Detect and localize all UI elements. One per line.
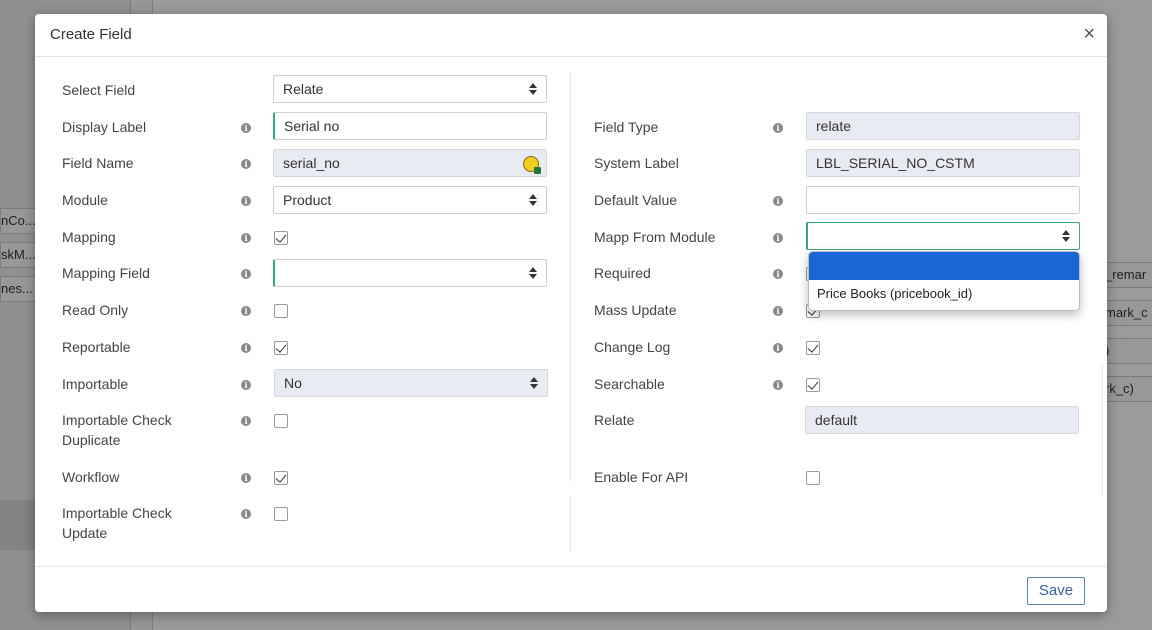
info-icon: i — [241, 269, 251, 279]
module-value: Product — [283, 192, 332, 208]
dropdown-option-empty[interactable] — [809, 252, 1079, 280]
relate-label: Relate — [594, 412, 635, 428]
sort-caret-icon — [529, 194, 537, 206]
display-label-label: Display Label — [62, 119, 147, 135]
importable-label: Importable — [62, 376, 129, 392]
info-icon: i — [241, 473, 251, 483]
info-icon: i — [241, 233, 251, 243]
searchable-checkbox[interactable] — [806, 378, 820, 392]
importable-check-duplicate-checkbox[interactable] — [274, 414, 288, 428]
modal-footer: Save — [35, 566, 1107, 613]
field-type-value: relate — [816, 118, 852, 134]
system-label-value: LBL_SERIAL_NO_CSTM — [816, 155, 975, 171]
check-icon — [807, 341, 819, 353]
info-icon: i — [241, 343, 251, 353]
enable-for-api-label: Enable For API — [594, 469, 689, 485]
info-icon: i — [773, 123, 783, 133]
importable-select[interactable]: No — [274, 369, 548, 397]
default-value-input[interactable] — [806, 186, 1080, 214]
change-log-checkbox[interactable] — [806, 341, 820, 355]
enable-for-api-checkbox[interactable] — [806, 471, 820, 485]
reportable-label: Reportable — [62, 339, 131, 355]
right-edge-divider — [1102, 366, 1103, 496]
system-label-input[interactable]: LBL_SERIAL_NO_CSTM — [806, 149, 1080, 177]
importable-check-update-checkbox[interactable] — [274, 507, 288, 521]
info-icon: i — [241, 159, 251, 169]
divider-gap — [565, 482, 577, 496]
read-only-label: Read Only — [62, 302, 129, 318]
select-field-select[interactable]: Relate — [273, 75, 547, 103]
sort-caret-icon — [1062, 230, 1070, 242]
field-type-label: Field Type — [594, 119, 659, 135]
save-button[interactable]: Save — [1027, 577, 1085, 605]
modal-header: Create Field × — [35, 14, 1107, 57]
info-icon: i — [773, 233, 783, 243]
lock-icon — [523, 156, 541, 174]
sort-caret-icon — [530, 377, 538, 389]
check-icon — [275, 471, 287, 483]
info-icon: i — [241, 380, 251, 390]
info-icon: i — [241, 509, 251, 519]
mapping-label: Mapping — [62, 229, 116, 245]
mapp-from-module-dropdown: Price Books (pricebook_id) — [808, 251, 1080, 311]
create-field-modal: Create Field × Select Field Relate Displ… — [35, 14, 1107, 612]
select-field-value: Relate — [283, 81, 324, 97]
relate-input[interactable]: default — [805, 406, 1079, 434]
system-label-label: System Label — [594, 155, 679, 171]
mass-update-label: Mass Update — [594, 302, 677, 318]
searchable-label: Searchable — [594, 376, 665, 392]
label-line: Importable Check — [62, 412, 172, 428]
importable-check-duplicate-label: Importable Check Duplicate — [62, 410, 172, 450]
mapping-checkbox[interactable] — [274, 231, 288, 245]
mapping-field-label: Mapping Field — [62, 265, 150, 281]
check-icon — [275, 341, 287, 353]
workflow-label: Workflow — [62, 469, 120, 485]
info-icon: i — [773, 269, 783, 279]
info-icon: i — [241, 306, 251, 316]
field-type-input[interactable]: relate — [806, 112, 1080, 140]
dropdown-option-price-books[interactable]: Price Books (pricebook_id) — [809, 280, 1079, 308]
modal-title: Create Field — [50, 26, 132, 43]
column-divider — [570, 72, 571, 552]
mapping-field-select[interactable] — [273, 259, 547, 287]
display-label-input[interactable]: Serial no — [273, 112, 547, 140]
relate-value: default — [815, 412, 858, 428]
reportable-checkbox[interactable] — [274, 341, 288, 355]
sort-caret-icon — [529, 83, 537, 95]
module-label: Module — [62, 192, 108, 208]
label-line: Importable Check — [62, 505, 172, 521]
info-icon: i — [773, 306, 783, 316]
mapp-from-module-label: Mapp From Module — [594, 229, 716, 245]
info-icon: i — [241, 123, 251, 133]
module-select[interactable]: Product — [273, 186, 547, 214]
select-field-label: Select Field — [62, 82, 136, 98]
field-name-label: Field Name — [62, 155, 134, 171]
label-line: Duplicate — [62, 432, 121, 448]
close-icon[interactable]: × — [1083, 23, 1095, 45]
read-only-checkbox[interactable] — [274, 304, 288, 318]
change-log-label: Change Log — [594, 339, 671, 355]
check-icon — [807, 378, 819, 390]
workflow-checkbox[interactable] — [274, 471, 288, 485]
mapp-from-module-select[interactable] — [806, 222, 1080, 250]
info-icon: i — [773, 380, 783, 390]
info-icon: i — [773, 343, 783, 353]
required-label: Required — [594, 265, 651, 281]
label-line: Update — [62, 525, 108, 541]
info-icon: i — [773, 196, 783, 206]
check-icon — [275, 231, 287, 243]
importable-check-update-label: Importable Check Update — [62, 503, 172, 543]
info-icon: i — [241, 416, 251, 426]
field-name-input[interactable]: serial_no — [273, 149, 547, 177]
importable-value: No — [284, 375, 302, 391]
default-value-label: Default Value — [594, 192, 678, 208]
display-label-value: Serial no — [284, 118, 340, 134]
field-name-value: serial_no — [283, 155, 340, 171]
info-icon: i — [241, 196, 251, 206]
sort-caret-icon — [529, 267, 537, 279]
